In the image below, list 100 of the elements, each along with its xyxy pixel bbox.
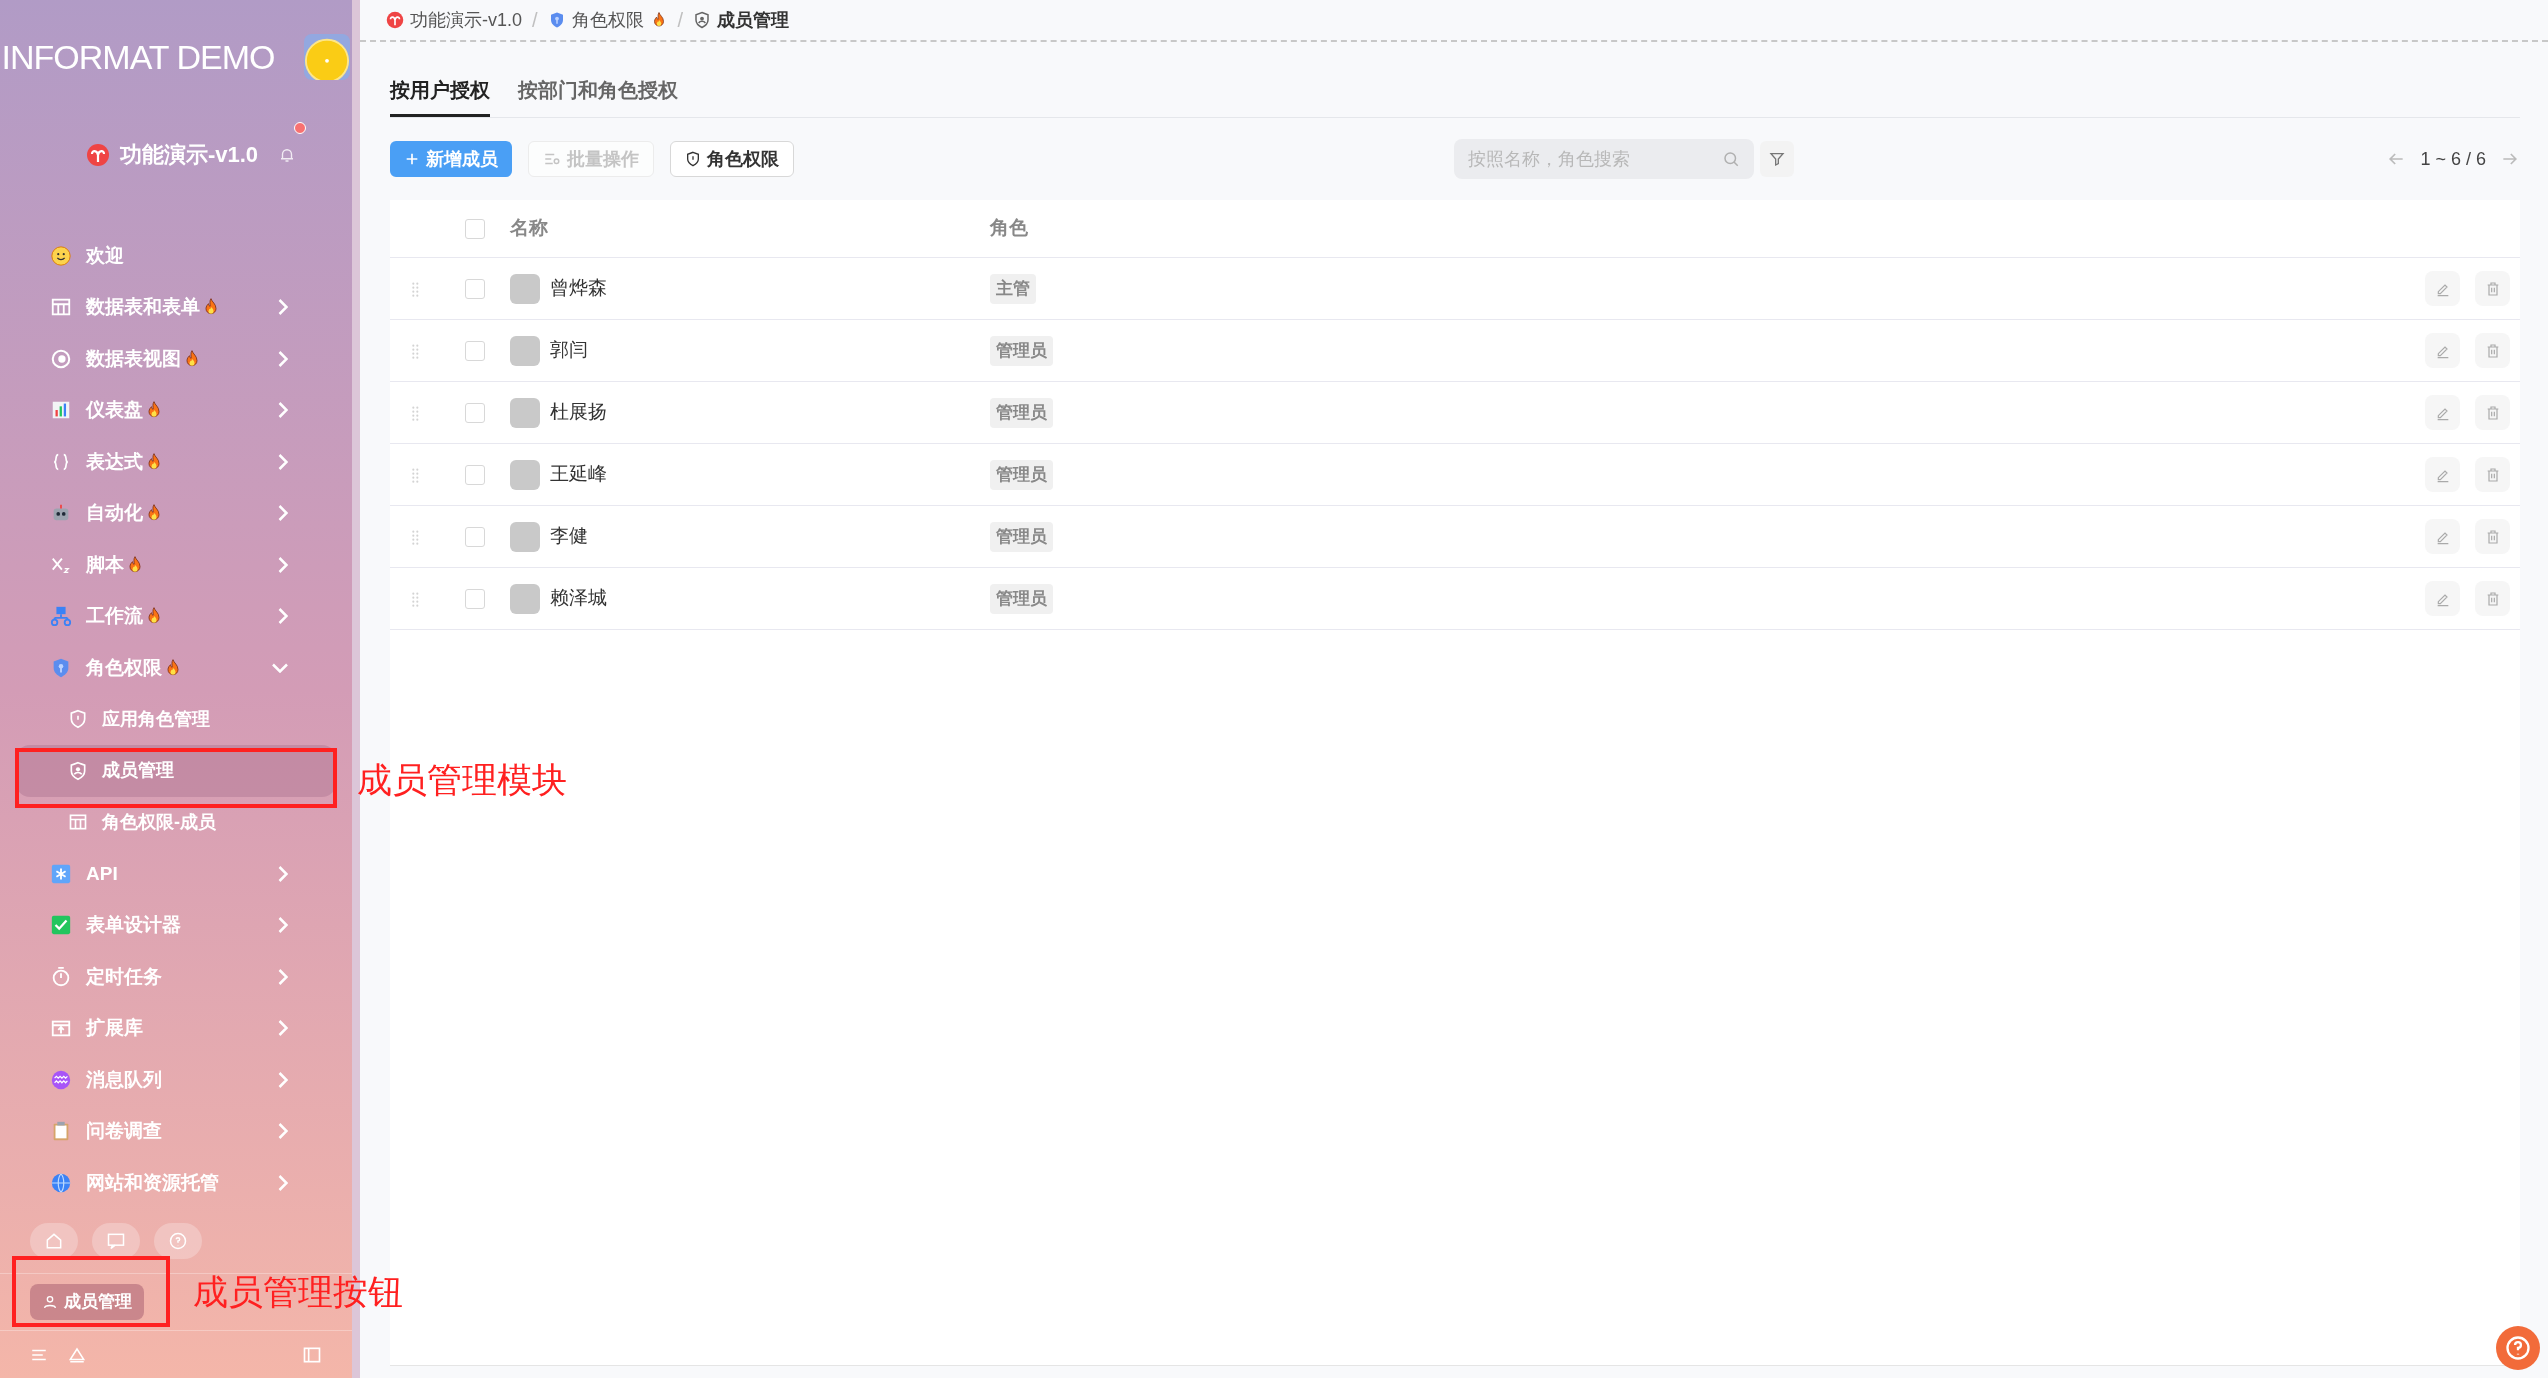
member-management-button[interactable]: 成员管理 — [30, 1284, 144, 1320]
nav-item[interactable]: 自动化 — [12, 487, 340, 539]
smiley-face-icon — [50, 244, 72, 267]
globe-icon — [50, 1171, 72, 1194]
nav-label: 欢迎 — [86, 243, 124, 268]
nav-item[interactable]: 脚本 — [12, 539, 340, 591]
nav-item[interactable]: 工作流 — [12, 590, 340, 642]
delete-button[interactable] — [2475, 457, 2510, 492]
breadcrumb-item[interactable]: 角色权限 — [547, 6, 668, 34]
nav-item[interactable]: 仪表盘 — [12, 384, 340, 436]
nav-item[interactable]: API — [12, 848, 340, 900]
chevron-right-icon — [278, 505, 288, 522]
role-tag: 管理员 — [990, 459, 1053, 490]
chevron-right-icon — [278, 350, 288, 367]
user-icon — [42, 1294, 58, 1310]
edit-button[interactable] — [2425, 581, 2460, 616]
toolbar-button[interactable]: 批量操作 — [528, 141, 654, 177]
avatar-image — [510, 335, 540, 366]
nav-label: 角色权限 — [86, 655, 162, 680]
delete-button[interactable] — [2475, 395, 2510, 430]
nav-label: 表单设计器 — [86, 913, 181, 937]
aquarius-icon — [50, 1068, 72, 1091]
nav-item[interactable]: 表达式 — [12, 436, 340, 488]
stopwatch-icon — [50, 965, 72, 988]
check-box-icon — [50, 914, 72, 937]
help-icon — [2504, 1334, 2532, 1362]
nav-label: 问卷调查 — [86, 1119, 162, 1143]
nav-subitem[interactable]: 成员管理 — [16, 745, 336, 797]
delete-button[interactable] — [2475, 581, 2510, 616]
member-name: 郭闫 — [550, 338, 589, 363]
table-icon — [68, 812, 88, 833]
asterisk-icon — [50, 862, 72, 885]
edit-button[interactable] — [2425, 333, 2460, 368]
delete-button[interactable] — [2475, 271, 2510, 306]
nav-item[interactable]: 数据表和表单 — [12, 281, 340, 333]
tab[interactable]: 按用户授权 — [390, 66, 490, 117]
flowchart-icon — [50, 605, 72, 628]
breadcrumb-item: 成员管理 — [693, 6, 790, 34]
row-checkbox[interactable] — [465, 278, 485, 299]
toolbar-button[interactable]: 角色权限 — [670, 141, 794, 177]
pagination-text: 1 ~ 6 / 6 — [2420, 147, 2486, 171]
chevron-right-icon — [278, 1123, 288, 1140]
shield-icon — [68, 709, 88, 730]
nav-label: 数据表和表单 — [86, 295, 200, 319]
nav-item[interactable]: 角色权限 — [12, 642, 340, 694]
avatar-image — [510, 273, 540, 304]
nav-item[interactable]: 网站和资源托管 — [12, 1157, 340, 1209]
row-checkbox[interactable] — [465, 340, 485, 361]
nav-label: 应用角色管理 — [102, 707, 210, 731]
tab[interactable]: 按部门和角色授权 — [518, 66, 678, 117]
breadcrumb-item[interactable]: 功能演示-v1.0 — [386, 6, 523, 34]
shield-user-icon — [68, 760, 88, 781]
home-button[interactable] — [30, 1223, 78, 1259]
nav-item[interactable]: 问卷调查 — [12, 1105, 340, 1157]
search-icon — [1722, 150, 1741, 168]
edit-button[interactable] — [2425, 271, 2460, 306]
nav-item[interactable]: 表单设计器 — [12, 899, 340, 951]
delete-button[interactable] — [2475, 519, 2510, 554]
aries-icon — [386, 11, 404, 29]
edit-button[interactable] — [2425, 457, 2460, 492]
chevron-right-icon — [278, 1174, 288, 1191]
nav-item[interactable]: 数据表视图 — [12, 333, 340, 385]
nav-item[interactable]: 消息队列 — [12, 1054, 340, 1106]
nav-label: 工作流 — [86, 604, 143, 628]
edit-button[interactable] — [2425, 519, 2460, 554]
annotation-label: 成员管理按钮 — [193, 1271, 403, 1313]
nav-label: 定时任务 — [86, 964, 162, 989]
nav-subitem[interactable]: 应用角色管理 — [16, 693, 336, 745]
aries-icon — [85, 142, 110, 167]
nav-label: 脚本 — [86, 552, 124, 577]
nav-label: 成员管理 — [102, 759, 174, 783]
row-checkbox[interactable] — [465, 588, 485, 609]
delete-button[interactable] — [2475, 333, 2510, 368]
plus-icon — [404, 151, 420, 167]
help-button[interactable] — [154, 1223, 202, 1259]
edit-button[interactable] — [2425, 395, 2460, 430]
nav-item[interactable]: 扩展库 — [12, 1002, 340, 1054]
column-header: 名称 — [510, 216, 549, 241]
row-checkbox[interactable] — [465, 526, 485, 547]
row-checkbox[interactable] — [465, 464, 485, 485]
role-tag: 管理员 — [990, 521, 1053, 552]
nav-label: 消息队列 — [86, 1067, 162, 1092]
feedback-button[interactable] — [92, 1223, 140, 1259]
chevron-right-icon — [278, 402, 288, 419]
shield-icon — [685, 151, 701, 167]
filter-button[interactable] — [1760, 141, 1795, 177]
nav-item[interactable]: 定时任务 — [12, 951, 340, 1003]
chevron-right-icon — [278, 865, 288, 882]
home-icon — [44, 1231, 64, 1251]
nav-subitem[interactable]: 角色权限-成员 — [16, 796, 336, 848]
select-all-checkbox[interactable] — [465, 218, 485, 239]
chevron-right-icon — [278, 1071, 288, 1088]
row-checkbox[interactable] — [465, 402, 485, 423]
chevron-right-icon — [278, 968, 288, 985]
help-button[interactable] — [2496, 1326, 2540, 1370]
target-icon — [50, 347, 72, 370]
nav-item[interactable]: 欢迎 — [12, 230, 340, 282]
toolbar-button[interactable]: 新增成员 — [390, 141, 512, 177]
member-name: 杜展扬 — [550, 400, 608, 425]
avatar-image — [510, 521, 540, 552]
